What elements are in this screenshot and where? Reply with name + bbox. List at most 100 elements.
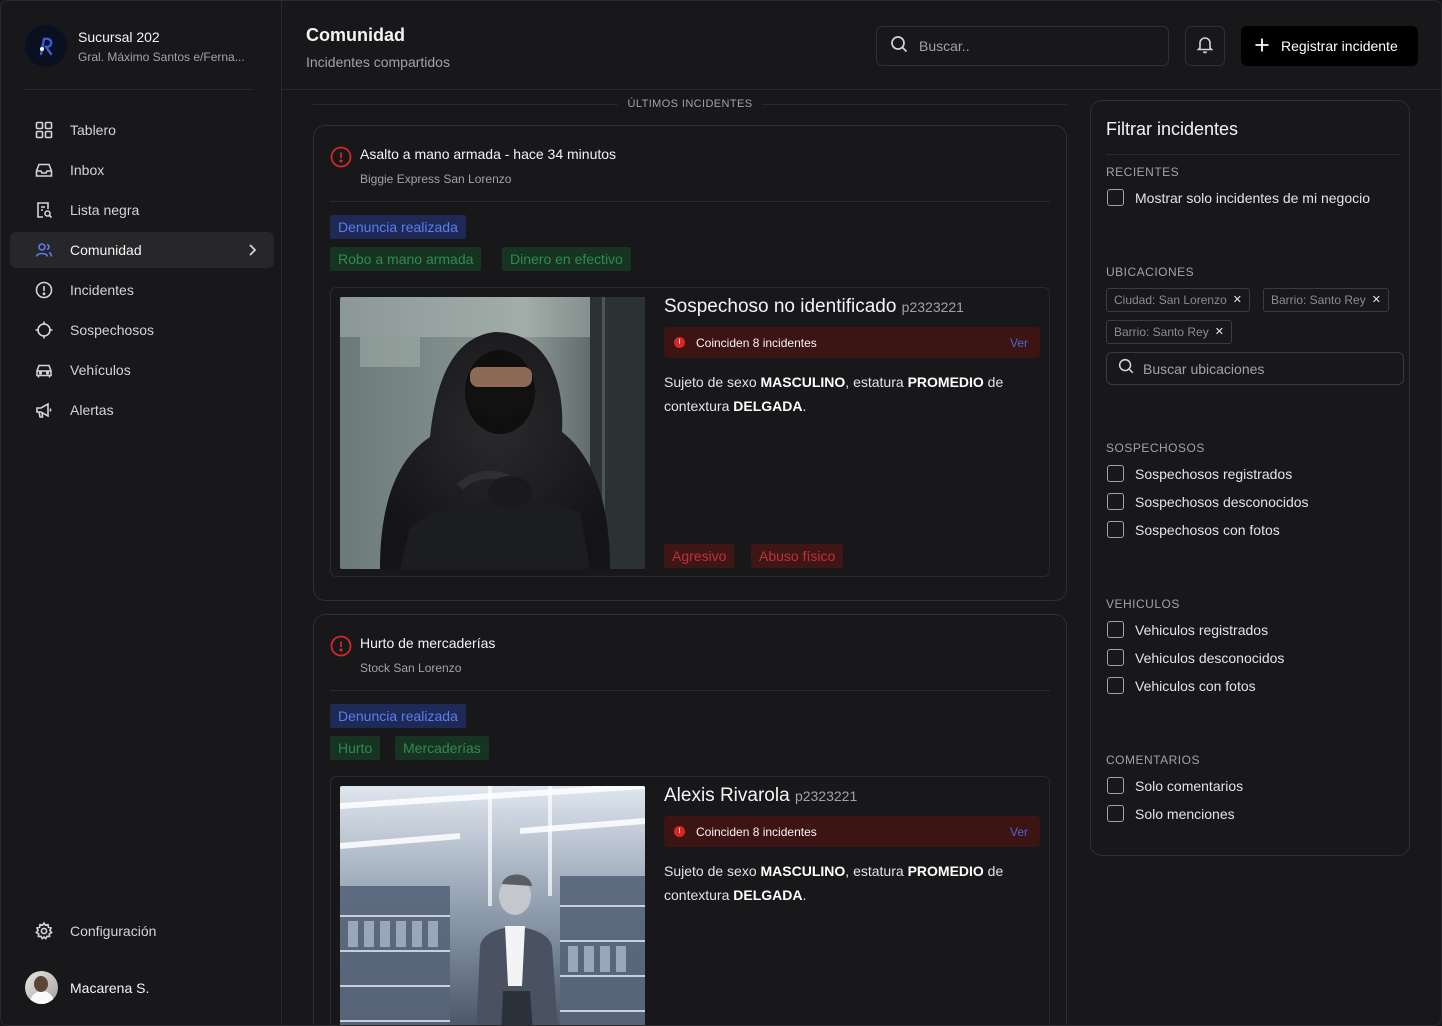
checkbox-box[interactable] [1107, 777, 1124, 794]
sidebar-item-configuracion[interactable]: Configuración [10, 913, 274, 949]
incident-card[interactable]: Hurto de mercaderías Stock San Lorenzo D… [313, 614, 1067, 1025]
card-divider [330, 201, 1050, 202]
sidebar-item-lista-negra[interactable]: Lista negra [10, 192, 274, 228]
section-divider: ÚLTIMOS INCIDENTES [313, 98, 1067, 110]
checkbox-box[interactable] [1107, 805, 1124, 822]
status-badge: Denuncia realizada [330, 215, 466, 239]
checkbox-box[interactable] [1107, 493, 1124, 510]
suspect-code: p2323221 [901, 299, 964, 315]
search-icon [1117, 357, 1135, 380]
plus-icon [1253, 36, 1271, 57]
checkbox-box[interactable] [1107, 621, 1124, 638]
incident-tag: Hurto [330, 736, 381, 760]
search-input[interactable] [919, 38, 1149, 54]
chip-label: Ciudad: San Lorenzo [1114, 293, 1227, 307]
vehicles-registered-checkbox[interactable]: Vehiculos registrados [1107, 621, 1268, 638]
sidebar-item-incidentes[interactable]: Incidentes [10, 272, 274, 308]
sidebar-item-alertas[interactable]: Alertas [10, 392, 274, 428]
checkbox-box[interactable] [1107, 465, 1124, 482]
incident-header: Hurto de mercaderías [330, 635, 495, 657]
settings-label: Configuración [70, 923, 157, 939]
location-chip[interactable]: Barrio: Santo Rey ✕ [1263, 288, 1389, 312]
card-divider [330, 690, 1050, 691]
suspect-code: p2323221 [794, 788, 858, 804]
sidebar-item-inbox[interactable]: Inbox [10, 152, 274, 188]
alert-circle-icon [34, 280, 54, 300]
register-incident-button[interactable]: Registrar incidente [1241, 26, 1418, 66]
blacklist-icon [34, 200, 54, 220]
suspects-registered-checkbox[interactable]: Sospechosos registrados [1107, 465, 1292, 482]
view-matches-link[interactable]: Ver [1010, 825, 1028, 839]
vehicles-photos-checkbox[interactable]: Vehiculos con fotos [1107, 677, 1256, 694]
suspect-name: Alexis Rivarola p2323221 [664, 785, 858, 806]
sidebar-item-sospechosos[interactable]: Sospechosos [10, 312, 274, 348]
page-subtitle: Incidentes compartidos [306, 54, 450, 70]
checkbox-box[interactable] [1107, 521, 1124, 538]
comments-label: COMENTARIOS [1106, 753, 1200, 767]
suspect-description: Sujeto de sexo MASCULINO, estatura PROME… [664, 863, 1004, 903]
incident-location: Stock San Lorenzo [360, 661, 462, 675]
checkbox-box[interactable] [1107, 677, 1124, 694]
view-matches-link[interactable]: Ver [1010, 336, 1028, 350]
filter-panel: Filtrar incidentes RECIENTES Mostrar sol… [1090, 100, 1410, 856]
suspect-description: Sujeto de sexo MASCULINO, estatura PROME… [664, 374, 1004, 414]
incident-tag: Mercaderías [395, 736, 489, 760]
branch-address: Gral. Máximo Santos e/Ferna... [78, 50, 245, 64]
user-profile[interactable]: Macarena S. [25, 971, 149, 1004]
grid-icon [34, 120, 54, 140]
incident-feed: ÚLTIMOS INCIDENTES Asalto a mano armada … [313, 90, 1067, 1025]
match-banner: Coinciden 8 incidentes Ver [664, 327, 1040, 358]
suspect-card[interactable]: Alexis Rivarola p2323221 Coinciden 8 inc… [330, 776, 1050, 1025]
sidebar-item-tablero[interactable]: Tablero [10, 112, 274, 148]
sidebar-item-label: Incidentes [70, 282, 134, 298]
incident-title: Asalto a mano armada - hace 34 minutos [360, 146, 617, 162]
incident-card[interactable]: Asalto a mano armada - hace 34 minutos B… [313, 125, 1067, 601]
suspect-name: Sospechoso no identificado p2323221 [664, 296, 964, 317]
sidebar-item-label: Inbox [70, 162, 105, 178]
incident-location: Biggie Express San Lorenzo [360, 172, 512, 186]
users-icon [34, 240, 54, 260]
suspect-card[interactable]: Sospechoso no identificado p2323221 Coin… [330, 287, 1050, 577]
suspects-photos-checkbox[interactable]: Sospechosos con fotos [1107, 521, 1280, 538]
brand[interactable]: Sucursal 202 Gral. Máximo Santos e/Ferna… [25, 25, 245, 67]
my-business-checkbox[interactable]: Mostrar solo incidentes de mi negocio [1107, 189, 1370, 206]
app-window: Sucursal 202 Gral. Máximo Santos e/Ferna… [0, 0, 1442, 1026]
comments-only-checkbox[interactable]: Solo comentarios [1107, 777, 1243, 794]
sidebar-item-label: Sospechosos [70, 322, 155, 338]
checkbox-box[interactable] [1107, 189, 1124, 206]
close-icon[interactable]: ✕ [1372, 289, 1381, 311]
settings-area: Configuración [10, 913, 274, 953]
crosshair-icon [34, 320, 54, 340]
location-search-input[interactable] [1143, 360, 1393, 377]
branch-name: Sucursal 202 [78, 29, 160, 45]
notifications-button[interactable] [1185, 26, 1225, 66]
vehicles-unknown-checkbox[interactable]: Vehiculos desconocidos [1107, 649, 1284, 666]
close-icon[interactable]: ✕ [1233, 289, 1242, 311]
match-text: Coinciden 8 incidentes [696, 335, 817, 350]
chevron-right-icon [244, 242, 260, 263]
sidebar-item-comunidad[interactable]: Comunidad [10, 232, 274, 268]
location-chip[interactable]: Ciudad: San Lorenzo ✕ [1106, 288, 1250, 312]
location-search [1106, 352, 1404, 385]
checkbox-label: Sospechosos registrados [1135, 465, 1293, 482]
alert-dot-icon [674, 337, 685, 348]
checkbox-label: Solo comentarios [1135, 777, 1244, 794]
megaphone-icon [34, 400, 54, 420]
sidebar: Sucursal 202 Gral. Máximo Santos e/Ferna… [1, 1, 282, 1025]
close-icon[interactable]: ✕ [1215, 321, 1224, 343]
alert-circle-icon [330, 635, 352, 657]
checkbox-box[interactable] [1107, 649, 1124, 666]
location-chip[interactable]: Barrio: Santo Rey ✕ [1106, 320, 1232, 344]
gear-icon [34, 921, 54, 941]
mentions-only-checkbox[interactable]: Solo menciones [1107, 805, 1235, 822]
checkbox-label: Vehiculos desconocidos [1135, 649, 1285, 666]
sidebar-item-label: Comunidad [70, 242, 142, 258]
sidebar-item-vehiculos[interactable]: Vehículos [10, 352, 274, 388]
chip-label: Barrio: Santo Rey [1114, 325, 1209, 339]
car-icon [34, 360, 54, 380]
avatar [25, 971, 58, 1004]
checkbox-label: Sospechosos con fotos [1135, 521, 1280, 538]
status-badge: Denuncia realizada [330, 704, 466, 728]
suspects-unknown-checkbox[interactable]: Sospechosos desconocidos [1107, 493, 1309, 510]
suspect-photo [340, 786, 645, 1025]
